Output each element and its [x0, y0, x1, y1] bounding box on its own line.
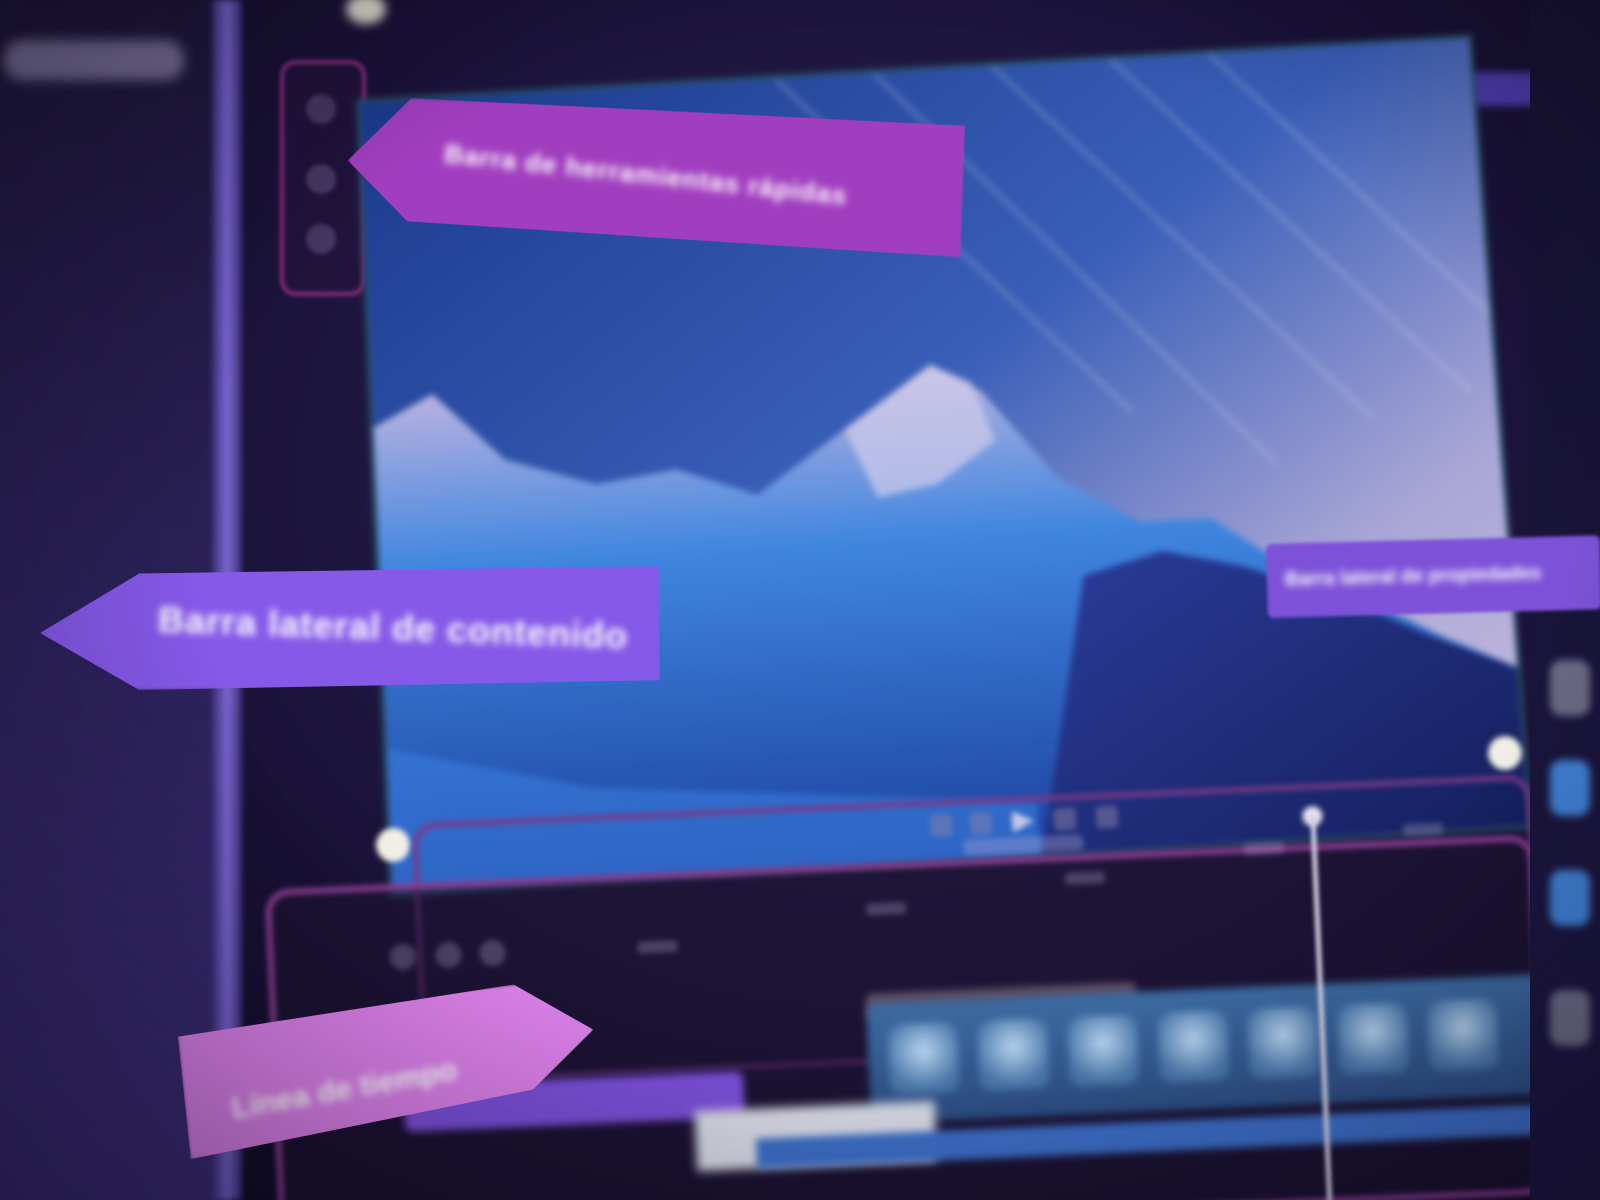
toolbar-tool-icon[interactable] — [306, 224, 336, 254]
clip-thumbnail — [1427, 998, 1500, 1071]
video-editor-window: Barra de herramientas rápidas Barra late… — [0, 0, 1600, 1200]
ruler-tick-label — [637, 940, 677, 954]
clip-thumbnail — [1337, 1002, 1410, 1075]
clip-thumbnail — [1067, 1014, 1140, 1087]
callout-label: Barra lateral de propiedades — [1285, 563, 1542, 592]
ruler-tick-label — [1244, 841, 1284, 855]
timeline-panel — [262, 775, 1549, 1200]
callout-label: Barra de herramientas rápidas — [443, 138, 849, 211]
property-icon[interactable] — [1550, 870, 1590, 926]
resize-handle[interactable] — [1488, 736, 1522, 770]
sidebar-header — [4, 40, 184, 80]
clip-thumbnail — [1157, 1010, 1230, 1083]
clip-thumbnail — [977, 1018, 1050, 1091]
callout-properties-sidebar: Barra lateral de propiedades — [1266, 535, 1600, 618]
property-icon[interactable] — [1550, 660, 1590, 716]
property-icon[interactable] — [1550, 760, 1590, 816]
clip-thumbnail — [1247, 1006, 1320, 1079]
callout-content-sidebar: Barra lateral de contenido — [40, 566, 660, 690]
menu-icon[interactable] — [346, 0, 386, 24]
ruler-tick-label — [1065, 871, 1105, 885]
clip-thumbnail — [887, 1022, 960, 1095]
quick-tools-toolbar — [280, 60, 366, 296]
toolbar-tool-icon[interactable] — [306, 94, 336, 124]
callout-label: Barra lateral de contenido — [157, 599, 628, 657]
toolbar-tool-icon[interactable] — [306, 164, 336, 194]
property-icon[interactable] — [1550, 990, 1590, 1046]
ruler-tick-label — [1403, 822, 1443, 836]
ruler-tick-label — [866, 902, 906, 916]
